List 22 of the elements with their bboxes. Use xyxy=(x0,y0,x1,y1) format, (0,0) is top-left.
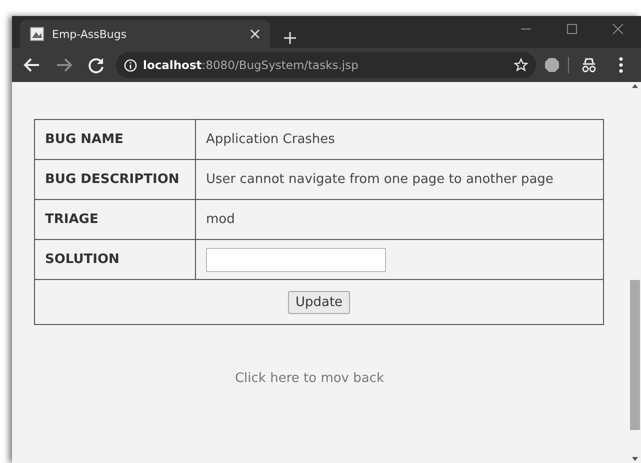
table-cell: Application Crashes xyxy=(196,120,604,160)
table-cell: mod xyxy=(196,200,604,240)
scrollbar-thumb[interactable] xyxy=(630,280,640,430)
solution-input-field[interactable] xyxy=(206,248,386,272)
url-host: localhost xyxy=(143,58,202,72)
table-cell: User cannot navigate from one page to another page xyxy=(196,160,604,200)
info-icon xyxy=(124,58,137,72)
close-icon[interactable] xyxy=(250,29,260,39)
stop-sign-icon[interactable] xyxy=(544,57,560,73)
row-label: TRIAGE xyxy=(34,200,196,240)
page-icon xyxy=(30,27,44,41)
url-path: :8080/BugSystem/tasks.jsp xyxy=(202,58,358,72)
back-link[interactable]: Click here to mov back xyxy=(234,371,384,386)
scroll-down-icon[interactable] xyxy=(631,455,639,463)
star-icon[interactable] xyxy=(514,58,528,72)
update-button[interactable]: Update xyxy=(288,290,350,314)
row-label: BUG NAME xyxy=(34,120,196,160)
row-label: SOLUTION xyxy=(34,240,196,280)
row-label: BUG DESCRIPTION xyxy=(34,160,196,200)
address-bar[interactable]: localhost:8080/BugSystem/tasks.jsp xyxy=(116,52,536,78)
browser-tab[interactable]: Emp-AssBugs xyxy=(20,20,270,48)
new-tab-icon[interactable] xyxy=(284,32,296,44)
